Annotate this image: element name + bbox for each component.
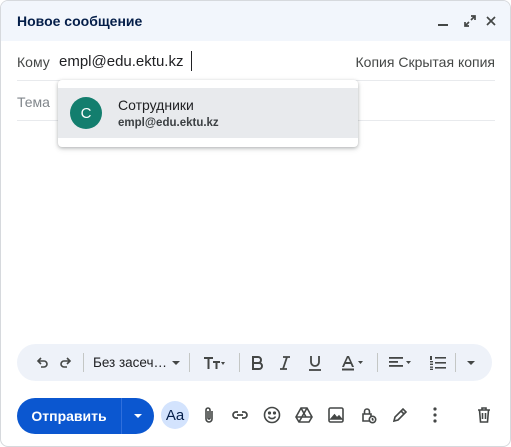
more-options-icon[interactable]	[421, 401, 449, 429]
cc-bcc-links: Копия Скрытая копия	[356, 54, 495, 70]
formatting-toolbar: Без засеч…	[17, 344, 492, 381]
toolbar-divider	[83, 353, 84, 372]
toolbar-divider	[189, 353, 190, 372]
to-label: Кому	[17, 54, 50, 70]
underline-icon[interactable]	[303, 350, 327, 375]
signature-icon[interactable]	[386, 401, 414, 429]
recipient-suggestions: С Сотрудники empl@edu.ektu.kz	[58, 80, 358, 147]
to-input[interactable]	[59, 49, 319, 73]
minimize-icon[interactable]	[433, 11, 453, 31]
compose-window: Новое сообщение Кому Копия Скрытая копия…	[0, 0, 511, 447]
recipients-row: Кому Копия Скрытая копия	[17, 41, 495, 81]
send-button-group: Отправить	[17, 398, 154, 434]
bcc-link[interactable]: Скрытая копия	[398, 54, 495, 70]
text-color-icon[interactable]	[335, 350, 371, 375]
google-drive-icon[interactable]	[290, 401, 318, 429]
font-name: Без засеч…	[92, 355, 168, 370]
compose-header: Новое сообщение	[1, 1, 510, 41]
send-button[interactable]: Отправить	[17, 398, 121, 434]
italic-icon[interactable]	[273, 350, 297, 375]
compose-title: Новое сообщение	[17, 13, 143, 29]
align-icon[interactable]	[383, 350, 419, 375]
suggestion-email: empl@edu.ektu.kz	[118, 117, 219, 129]
insert-photo-icon[interactable]	[322, 401, 350, 429]
toolbar-divider	[239, 353, 240, 372]
suggestion-item[interactable]: С Сотрудники empl@edu.ektu.kz	[58, 88, 358, 138]
insert-link-icon[interactable]	[226, 401, 254, 429]
cc-link[interactable]: Копия	[356, 54, 395, 70]
expand-icon[interactable]	[460, 11, 480, 31]
undo-icon[interactable]	[31, 350, 53, 375]
toolbar-divider	[377, 353, 378, 372]
close-icon[interactable]	[481, 11, 501, 31]
chevron-down-icon	[172, 360, 181, 365]
chevron-down-icon	[134, 414, 142, 418]
text-size-icon[interactable]	[197, 350, 233, 375]
suggestion-name: Сотрудники	[118, 97, 194, 113]
avatar: С	[70, 97, 102, 129]
font-select[interactable]: Без засеч…	[91, 350, 183, 375]
more-formatting-icon[interactable]	[461, 350, 481, 375]
toolbar-divider	[455, 353, 456, 372]
attach-file-icon[interactable]	[195, 401, 223, 429]
text-cursor	[191, 51, 192, 71]
schedule-send-dropdown[interactable]	[122, 398, 154, 434]
formatting-options-button[interactable]: Aa	[161, 401, 189, 429]
numbered-list-icon[interactable]	[425, 350, 451, 375]
confidential-mode-icon[interactable]	[354, 401, 382, 429]
redo-icon[interactable]	[55, 350, 77, 375]
emoji-icon[interactable]	[258, 401, 286, 429]
discard-draft-icon[interactable]	[470, 401, 498, 429]
bold-icon[interactable]	[245, 350, 269, 375]
